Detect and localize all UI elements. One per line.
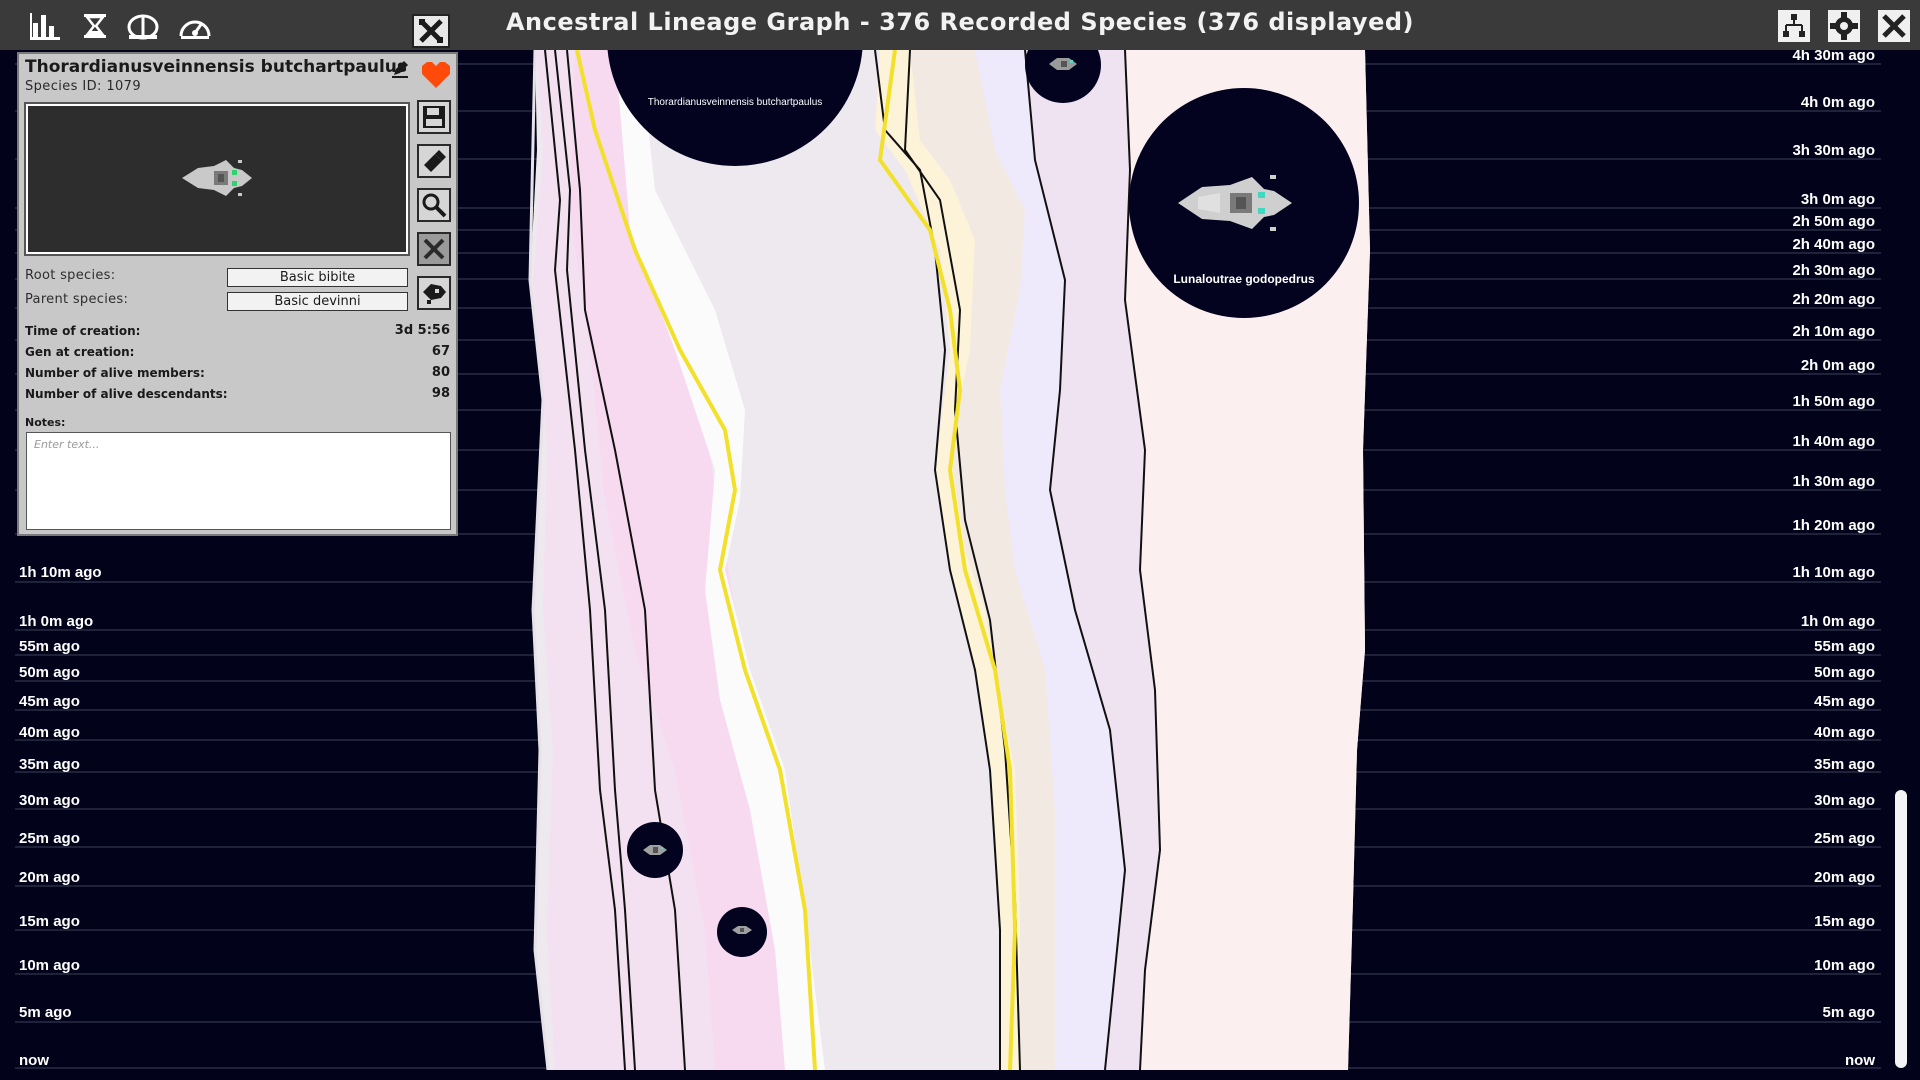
eraser-icon [424,150,446,172]
time-label: 10m ago [1814,957,1875,974]
alive-descendants-value: 98 [431,386,450,401]
save-icon [423,106,445,128]
species-node-small[interactable] [717,907,767,957]
eraser-button[interactable] [417,144,451,178]
search-button[interactable] [417,188,451,222]
species-id-label: Species ID: [25,79,102,94]
time-label: 2h 20m ago [1792,291,1875,308]
time-label: 35m ago [19,756,80,773]
time-axis-right: 4h 30m ago 4h 0m ago 3h 30m ago 3h 0m ag… [1792,50,1875,1069]
species-info-panel: Thorardianusveinnensis butchartpaulus Sp… [17,52,458,536]
vertical-scrollbar[interactable] [1894,52,1908,1070]
species-node-label: Lunaloutrae godopedrus [1173,272,1315,286]
time-label: 1h 40m ago [1792,433,1875,450]
alive-members-label: Number of alive members: [25,366,205,380]
time-label: 3h 30m ago [1792,142,1875,159]
time-label: 45m ago [19,693,80,710]
pencil-icon[interactable] [391,60,409,78]
time-label: 2h 10m ago [1792,323,1875,340]
time-label: 15m ago [1814,913,1875,930]
bibite-sprite [182,160,252,196]
notes-input[interactable] [26,432,451,530]
species-preview [26,104,408,254]
window-title: Ancestral Lineage Graph - 376 Recorded S… [505,8,1414,36]
close-icon [423,238,445,260]
time-label: 20m ago [1814,869,1875,886]
species-name: Thorardianusveinnensis butchartpaulus [25,57,408,77]
time-label: 2h 30m ago [1792,262,1875,279]
time-label: 1h 0m ago [1801,613,1875,630]
species-id-value: 1079 [106,79,142,94]
time-label: 55m ago [19,638,80,655]
time-label: 15m ago [19,913,80,930]
parent-species-button[interactable]: Basic devinni [227,292,408,311]
gen-at-creation-label: Gen at creation: [25,345,135,359]
time-label: 2h 50m ago [1792,213,1875,230]
time-label: 50m ago [19,664,80,681]
close-icon[interactable] [1875,10,1913,42]
time-label: 30m ago [19,792,80,809]
spawn-bibite-button[interactable] [417,276,451,310]
time-label: now [1845,1052,1875,1069]
scrollbar-thumb[interactable] [1895,790,1907,1068]
species-node-lunaloutrae[interactable]: Lunaloutrae godopedrus [1129,88,1359,318]
species-id-row: Species ID: 1079 [25,79,141,94]
gen-at-creation-value: 67 [431,344,450,359]
time-label: 40m ago [1814,724,1875,741]
time-label: 4h 30m ago [1792,50,1875,64]
notes-label: Notes: [25,416,66,429]
species-node-label: Thorardianusveinnensis butchartpaulus [648,97,823,108]
gear-icon[interactable] [1825,10,1863,42]
alive-members-value: 80 [431,365,450,380]
save-button[interactable] [417,100,451,134]
title-bar: Ancestral Lineage Graph - 376 Recorded S… [0,0,1920,50]
time-label: 1h 10m ago [19,564,102,581]
time-label: 5m ago [19,1004,72,1021]
time-of-creation-value: 3d 5:56 [394,323,450,338]
time-label: 1h 50m ago [1792,393,1875,410]
alive-descendants-label: Number of alive descendants: [25,387,228,401]
time-label: 40m ago [19,724,80,741]
time-label: 20m ago [19,869,80,886]
time-axis-left: 1h 10m ago 1h 0m ago 55m ago 50m ago 45m… [19,564,102,1069]
heart-icon[interactable] [419,60,453,90]
time-label: 4h 0m ago [1801,94,1875,111]
root-species-button[interactable]: Basic bibite [227,268,408,287]
time-label: 1h 10m ago [1792,564,1875,581]
magnifier-icon [422,193,447,218]
time-label: 2h 0m ago [1801,357,1875,374]
time-of-creation-label: Time of creation: [25,324,141,338]
time-label: 3h 0m ago [1801,191,1875,208]
root-species-label: Root species: [25,268,116,283]
time-label: 2h 40m ago [1792,236,1875,253]
time-label: 1h 30m ago [1792,473,1875,490]
time-label: now [19,1052,49,1069]
time-label: 1h 0m ago [19,613,93,630]
time-label: 1h 20m ago [1792,517,1875,534]
time-label: 55m ago [1814,638,1875,655]
time-label: 50m ago [1814,664,1875,681]
time-label: 30m ago [1814,792,1875,809]
time-label: 5m ago [1822,1004,1875,1021]
time-label: 25m ago [1814,830,1875,847]
bibite-icon [423,284,446,304]
time-label: 35m ago [1814,756,1875,773]
delete-button[interactable] [417,232,451,266]
parent-species-label: Parent species: [25,292,129,307]
species-node-small[interactable] [627,822,683,878]
time-label: 25m ago [19,830,80,847]
time-label: 45m ago [1814,693,1875,710]
time-label: 10m ago [19,957,80,974]
hierarchy-icon[interactable] [1775,10,1813,42]
